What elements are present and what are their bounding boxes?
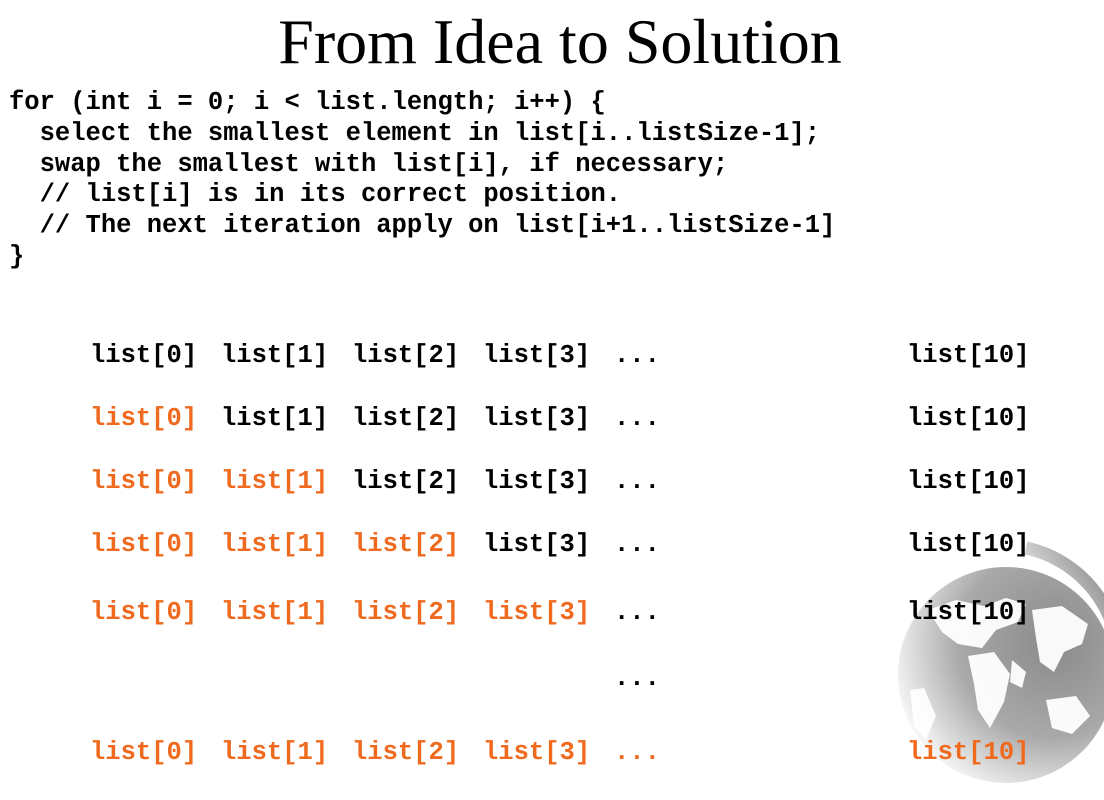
cell-list-2: list[2] [352,341,460,370]
code-line: } [9,241,25,271]
array-row: list[0] list[1] list[2] list[3]... list[10] [0,467,1104,497]
code-line: select the smallest element in list[i..l… [9,118,821,148]
cell-ellipsis: ... [614,530,660,559]
cell-list-2: list[2] [352,598,460,627]
cell-ellipsis: ... [614,738,660,767]
code-line: // list[i] is in its correct position. [9,180,622,210]
cell-list-0: list[0] [90,341,198,370]
array-row: list[0] list[1] list[2] list[3]... list[10] [0,530,1104,560]
cell-list-10: list[10] [907,530,1030,559]
cell-list-2: list[2] [352,738,460,767]
code-line: swap the smallest with list[i], if neces… [9,149,729,179]
cell-list-0: list[0] [90,404,198,433]
cell-list-2: list[2] [352,530,460,559]
pseudocode-block: for (int i = 0; i < list.length; i++) { … [9,88,835,273]
cell-list-1: list[1] [221,404,329,433]
cell-list-0: list[0] [90,467,198,496]
cell-list-1: list[1] [221,467,329,496]
cell-list-1: list[1] [221,341,329,370]
cell-list-10: list[10] [907,341,1030,370]
cell-list-0: list[0] [90,598,198,627]
cell-list-2: list[2] [352,467,460,496]
cell-ellipsis: ... [614,404,660,433]
cell-list-3: list[3] [483,404,591,433]
cell-list-0: list[0] [90,738,198,767]
cell-list-10: list[10] [907,598,1030,627]
array-row: list[0] list[1] list[2] list[3]... list[10] [0,404,1104,434]
cell-ellipsis: ... [614,598,660,627]
cell-list-1: list[1] [221,530,329,559]
cell-list-1: list[1] [221,738,329,767]
cell-ellipsis: ... [614,341,660,370]
code-line: for (int i = 0; i < list.length; i++) { [9,88,606,117]
cell-list-10: list[10] [907,404,1030,433]
rows-ellipsis: ... [614,664,660,693]
cell-ellipsis: ... [614,467,660,496]
cell-list-0: list[0] [90,530,198,559]
cell-list-3: list[3] [483,738,591,767]
slide-title: From Idea to Solution [278,6,842,77]
cell-list-3: list[3] [483,467,591,496]
cell-list-10: list[10] [907,467,1030,496]
code-line: // The next iteration apply on list[i+1.… [9,211,836,241]
cell-list-10: list[10] [907,738,1030,767]
cell-list-2: list[2] [352,404,460,433]
cell-list-3: list[3] [483,341,591,370]
array-row: list[0] list[1] list[2] list[3]... list[10] [0,598,1104,628]
cell-list-1: list[1] [221,598,329,627]
array-row: list[0] list[1] list[2] list[3]... list[10] [0,738,1104,768]
array-row: list[0] list[1] list[2] list[3]... list[10] [0,341,1104,371]
cell-list-3: list[3] [483,530,591,559]
cell-list-3: list[3] [483,598,591,627]
